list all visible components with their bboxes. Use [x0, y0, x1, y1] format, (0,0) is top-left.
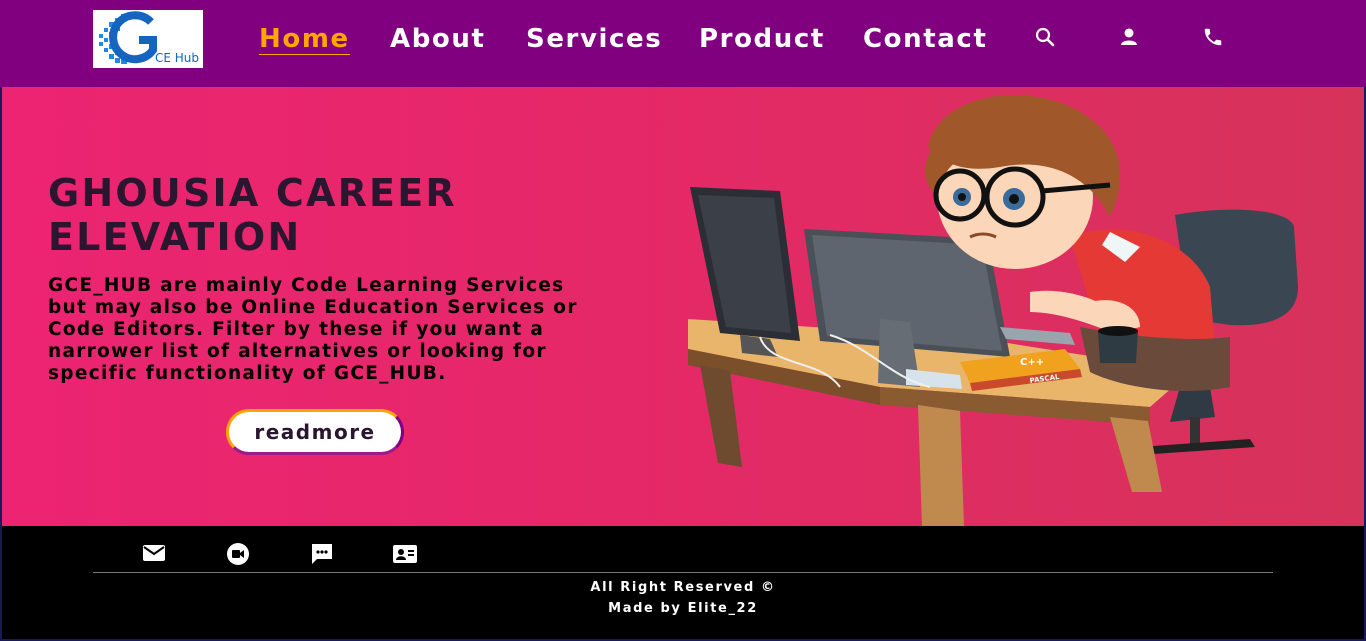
credit-text: Made by Elite_22	[608, 601, 758, 616]
contact-card-icon[interactable]	[392, 542, 418, 566]
chat-icon[interactable]	[310, 542, 336, 566]
footer: All Right Reserved © Made by Elite_22	[2, 526, 1364, 639]
hero-section: GHOUSIA CAREER ELEVATION GCE_HUB are mai…	[2, 87, 1364, 526]
nav-product-link[interactable]: Product	[699, 24, 825, 54]
readmore-button[interactable]: readmore	[226, 409, 404, 455]
phone-icon[interactable]	[1202, 26, 1224, 48]
footer-divider	[93, 572, 1273, 573]
logo-text: CE Hub	[155, 51, 200, 65]
hero-description: GCE_HUB are mainly Code Learning Service…	[48, 275, 578, 384]
book-label-cpp: C++	[1020, 357, 1044, 368]
nav-services-link[interactable]: Services	[526, 24, 662, 54]
gce-hub-logo[interactable]: CE Hub	[93, 10, 203, 68]
hero-title: GHOUSIA CAREER ELEVATION	[48, 171, 457, 259]
mail-icon[interactable]	[142, 542, 168, 566]
person-icon[interactable]	[1118, 26, 1140, 48]
video-call-icon[interactable]	[226, 542, 252, 566]
developer-at-desk-illustration: C++ PASCAL	[688, 94, 1298, 526]
search-icon[interactable]	[1034, 26, 1056, 48]
copyright-text: All Right Reserved ©	[590, 580, 776, 595]
nav-contact-link[interactable]: Contact	[863, 24, 987, 54]
nav-home-link[interactable]: Home	[259, 24, 350, 55]
top-navbar: CE Hub Home About Services Product Conta…	[0, 0, 1366, 87]
nav-about-link[interactable]: About	[390, 24, 486, 54]
